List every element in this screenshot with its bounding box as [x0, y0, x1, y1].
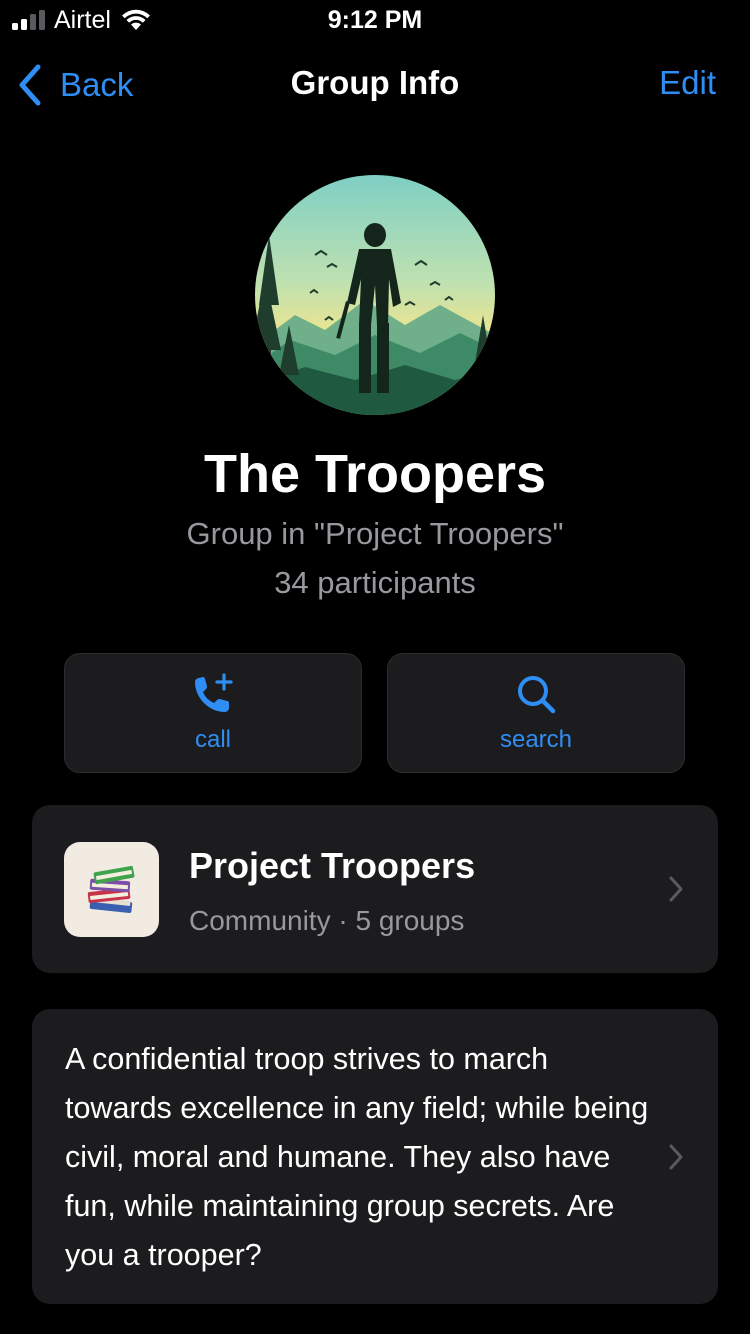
status-bar: Airtel 9:12 PM	[0, 0, 750, 40]
search-button[interactable]: search	[387, 653, 685, 773]
participants-count: 34 participants	[274, 565, 476, 600]
page-title: Group Info	[290, 64, 460, 101]
group-subtitle: Group in "Project Troopers"	[186, 516, 564, 551]
search-label: search	[499, 726, 573, 753]
group-name: The Troopers	[203, 444, 547, 504]
community-avatar	[64, 842, 159, 937]
community-row[interactable]: Project Troopers Community · 5 groups	[32, 805, 718, 973]
soldier-silhouette-image	[255, 175, 495, 415]
call-button[interactable]: call	[64, 653, 362, 773]
status-time: 9:12 PM	[327, 6, 423, 34]
group-avatar[interactable]	[255, 175, 495, 415]
community-name: Project Troopers	[189, 845, 476, 886]
call-label: call	[194, 726, 231, 753]
description-text: A confidential troop strives to march to…	[65, 1042, 649, 1272]
phone-plus-icon	[195, 673, 233, 712]
search-icon	[518, 676, 556, 714]
books-icon	[87, 865, 134, 913]
edit-button[interactable]: Edit	[659, 64, 716, 102]
chevron-right-icon	[669, 876, 683, 902]
community-subtitle: Community · 5 groups	[189, 905, 465, 936]
chevron-right-icon	[669, 1144, 683, 1170]
group-description[interactable]: A confidential troop strives to march to…	[32, 1009, 718, 1304]
